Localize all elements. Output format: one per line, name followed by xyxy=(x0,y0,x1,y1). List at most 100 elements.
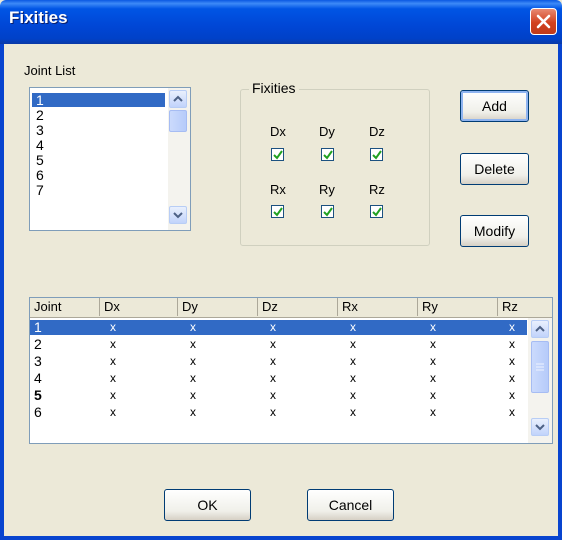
table-cell: x xyxy=(110,371,116,385)
ry-label: Ry xyxy=(319,182,335,197)
list-item[interactable]: 1 xyxy=(32,93,165,107)
table-cell: x xyxy=(509,388,515,402)
table-cell: x xyxy=(190,320,196,334)
list-item[interactable]: 4 xyxy=(32,138,165,152)
table-cell: x xyxy=(270,354,276,368)
table-header: Joint Dx Dy Dz Rx Ry Rz xyxy=(30,298,552,318)
column-header-rz[interactable]: Rz xyxy=(498,298,552,316)
table-cell: 4 xyxy=(34,370,42,386)
table-cell: x xyxy=(430,320,436,334)
column-header-dz[interactable]: Dz xyxy=(258,298,338,316)
modify-button[interactable]: Modify xyxy=(460,215,529,247)
table-cell: x xyxy=(509,405,515,419)
joint-list-scrollbar[interactable] xyxy=(168,88,190,230)
rz-checkbox[interactable] xyxy=(370,205,383,218)
table-row[interactable]: 3 x x x x x x xyxy=(30,354,527,369)
table-cell: x xyxy=(110,320,116,334)
table-cell: x xyxy=(190,388,196,402)
add-button[interactable]: Add xyxy=(460,90,529,122)
table-cell: x xyxy=(509,354,515,368)
table-cell: x xyxy=(110,388,116,402)
table-cell: 2 xyxy=(34,336,42,352)
scroll-down-button[interactable] xyxy=(531,418,549,436)
fixities-table[interactable]: Joint Dx Dy Dz Rx Ry Rz 1 x x x x x x 2 … xyxy=(29,297,553,444)
table-cell: x xyxy=(110,337,116,351)
table-cell: 5 xyxy=(34,387,42,403)
rx-checkbox[interactable] xyxy=(271,205,284,218)
window-frame-right xyxy=(558,44,562,540)
table-cell: x xyxy=(509,320,515,334)
fixities-group-label: Fixities xyxy=(249,80,299,96)
table-cell: x xyxy=(270,388,276,402)
table-cell: x xyxy=(270,337,276,351)
column-header-rx[interactable]: Rx xyxy=(338,298,418,316)
table-cell: x xyxy=(110,405,116,419)
check-icon xyxy=(273,207,283,217)
table-cell: 3 xyxy=(34,353,42,369)
list-item[interactable]: 6 xyxy=(32,168,165,182)
scroll-down-button[interactable] xyxy=(169,206,187,224)
table-cell: x xyxy=(350,320,356,334)
close-button[interactable] xyxy=(530,8,557,35)
modify-button-label: Modify xyxy=(473,223,516,239)
joint-listbox[interactable]: 1 2 3 4 5 6 7 xyxy=(29,87,191,231)
scroll-up-button[interactable] xyxy=(169,90,187,108)
chevron-up-icon xyxy=(173,95,183,102)
dz-checkbox[interactable] xyxy=(370,148,383,161)
table-row[interactable]: 5 x x x x x x xyxy=(30,388,527,403)
title-bar[interactable]: Fixities xyxy=(0,0,562,44)
table-cell: x xyxy=(350,354,356,368)
table-cell: x xyxy=(270,405,276,419)
rz-label: Rz xyxy=(369,182,385,197)
grip-icon xyxy=(536,363,544,371)
list-item[interactable]: 7 xyxy=(32,183,165,197)
chevron-down-icon xyxy=(535,424,545,431)
table-row[interactable]: 2 x x x x x x xyxy=(30,337,527,352)
delete-button-label: Delete xyxy=(474,161,515,177)
scroll-thumb[interactable] xyxy=(531,341,549,393)
table-cell: x xyxy=(350,388,356,402)
table-cell: x xyxy=(509,337,515,351)
add-button-label: Add xyxy=(482,98,507,114)
window-frame-left xyxy=(0,44,4,540)
delete-button[interactable]: Delete xyxy=(460,153,529,185)
scroll-up-button[interactable] xyxy=(531,320,549,338)
scroll-thumb[interactable] xyxy=(169,110,187,132)
table-cell: x xyxy=(350,371,356,385)
window-title: Fixities xyxy=(9,8,68,27)
table-cell: x xyxy=(350,405,356,419)
table-cell: x xyxy=(430,388,436,402)
rx-label: Rx xyxy=(270,182,286,197)
column-header-dx[interactable]: Dx xyxy=(100,298,178,316)
list-item[interactable]: 5 xyxy=(32,153,165,167)
window-frame-bottom xyxy=(0,536,562,540)
check-icon xyxy=(372,207,382,217)
check-icon xyxy=(323,207,333,217)
dx-checkbox[interactable] xyxy=(271,148,284,161)
column-header-ry[interactable]: Ry xyxy=(418,298,498,316)
cancel-button[interactable]: Cancel xyxy=(307,489,394,521)
ry-checkbox[interactable] xyxy=(321,205,334,218)
table-cell: 6 xyxy=(34,404,42,420)
dy-label: Dy xyxy=(319,124,335,139)
table-cell: 1 xyxy=(34,319,42,335)
table-row[interactable]: 6 x x x x x x xyxy=(30,405,527,420)
table-cell: x xyxy=(270,371,276,385)
column-header-joint[interactable]: Joint xyxy=(30,298,100,316)
table-scrollbar[interactable] xyxy=(528,318,552,443)
table-cell: x xyxy=(350,337,356,351)
table-cell: x xyxy=(509,371,515,385)
table-row[interactable]: 4 x x x x x x xyxy=(30,371,527,386)
close-icon xyxy=(536,14,551,29)
ok-button-label: OK xyxy=(197,497,218,513)
table-row[interactable]: 1 x x x x x x xyxy=(30,320,527,335)
chevron-down-icon xyxy=(173,212,183,219)
list-item[interactable]: 2 xyxy=(32,108,165,122)
list-item[interactable]: 3 xyxy=(32,123,165,137)
table-cell: x xyxy=(430,354,436,368)
check-icon xyxy=(323,150,333,160)
column-header-dy[interactable]: Dy xyxy=(178,298,258,316)
dy-checkbox[interactable] xyxy=(321,148,334,161)
ok-button[interactable]: OK xyxy=(164,489,251,521)
cancel-button-label: Cancel xyxy=(328,497,373,513)
